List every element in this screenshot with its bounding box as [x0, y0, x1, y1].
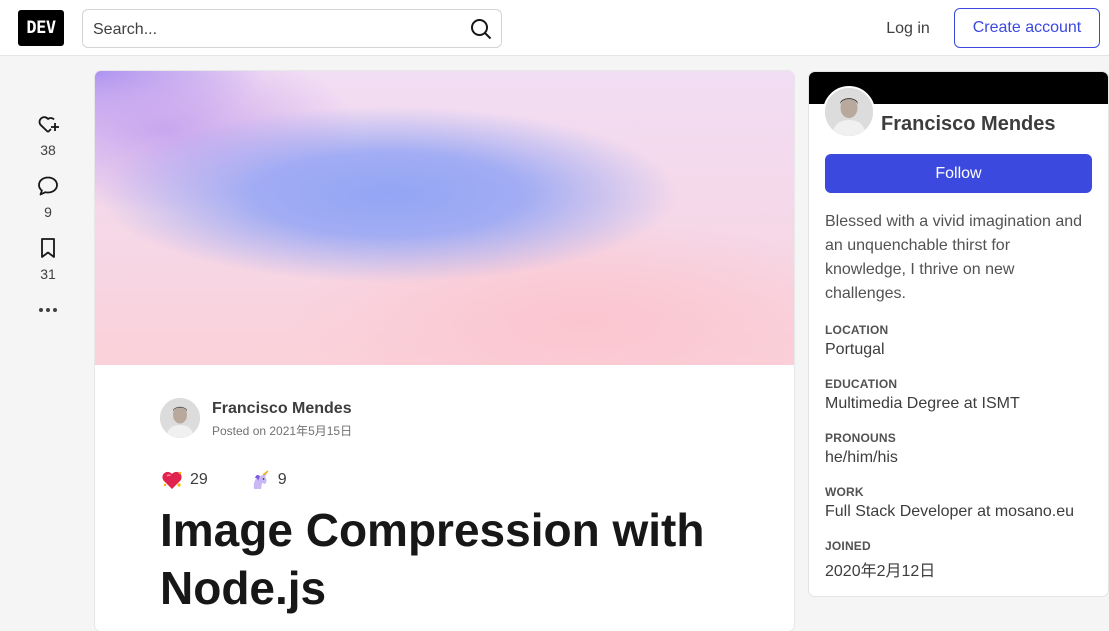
author-name[interactable]: Francisco Mendes [212, 400, 352, 418]
profile-field-location: LOCATION Portugal [825, 323, 1095, 359]
field-label: EDUCATION [825, 377, 898, 391]
profile-avatar[interactable] [823, 86, 875, 138]
field-label: PRONOUNS [825, 431, 896, 445]
bookmark-count: 31 [40, 266, 56, 282]
more-horizontal-icon[interactable] [36, 298, 60, 322]
bookmark-action[interactable]: 31 [28, 236, 68, 282]
follow-button[interactable]: Follow [825, 154, 1092, 193]
field-label: WORK [825, 485, 864, 499]
cover-image [95, 71, 794, 365]
author-avatar[interactable] [160, 398, 200, 438]
profile-bio: Blessed with a vivid imagination and an … [825, 213, 1083, 302]
like-action[interactable]: 38 [28, 112, 68, 158]
article-card: Francisco Mendes Posted on 2021年5月15日 29… [95, 71, 794, 631]
login-link[interactable]: Log in [870, 10, 946, 48]
profile-field-pronouns: PRONOUNS he/him/his [825, 431, 1095, 467]
reaction-unicorn[interactable]: 9 [248, 469, 287, 491]
field-value: he/him/his [825, 449, 898, 466]
top-header: DEV Log in Create account [0, 0, 1109, 56]
search-icon[interactable] [469, 17, 493, 41]
profile-name[interactable]: Francisco Mendes [881, 113, 1056, 136]
heart-sparkle-icon [162, 471, 182, 489]
bookmark-icon[interactable] [36, 236, 60, 260]
search-input[interactable] [91, 10, 455, 49]
reaction-summary: 29 9 [160, 469, 327, 491]
more-options[interactable] [28, 298, 68, 322]
posted-date: Posted on 2021年5月15日 [212, 424, 353, 438]
field-value: 2020年2月12日 [825, 563, 936, 580]
profile-field-work: WORK Full Stack Developer at mosano.eu [825, 485, 1095, 521]
field-label: LOCATION [825, 323, 889, 337]
like-count: 38 [40, 142, 56, 158]
reaction-heart-count: 29 [190, 471, 208, 488]
unicorn-icon [253, 470, 269, 489]
profile-field-education: EDUCATION Multimedia Degree at ISMT [825, 377, 1095, 413]
heart-plus-icon[interactable] [36, 112, 60, 136]
field-label: JOINED [825, 539, 871, 553]
field-value: Multimedia Degree at ISMT [825, 395, 1020, 412]
comment-action[interactable]: 9 [28, 174, 68, 220]
comment-icon[interactable] [36, 174, 60, 198]
create-account-button[interactable]: Create account [954, 8, 1100, 48]
article-actions: 38 9 31 [28, 112, 68, 322]
comment-count: 9 [44, 204, 52, 220]
dev-logo[interactable]: DEV [18, 10, 64, 46]
field-value: Portugal [825, 341, 885, 358]
profile-field-joined: JOINED 2020年2月12日 [825, 539, 1095, 581]
reaction-heart[interactable]: 29 [160, 469, 208, 491]
author-profile-card: Francisco Mendes Follow Blessed with a v… [809, 72, 1108, 596]
search-box[interactable] [82, 9, 502, 49]
reaction-unicorn-count: 9 [277, 471, 287, 488]
field-value: Full Stack Developer at mosano.eu [825, 503, 1075, 520]
